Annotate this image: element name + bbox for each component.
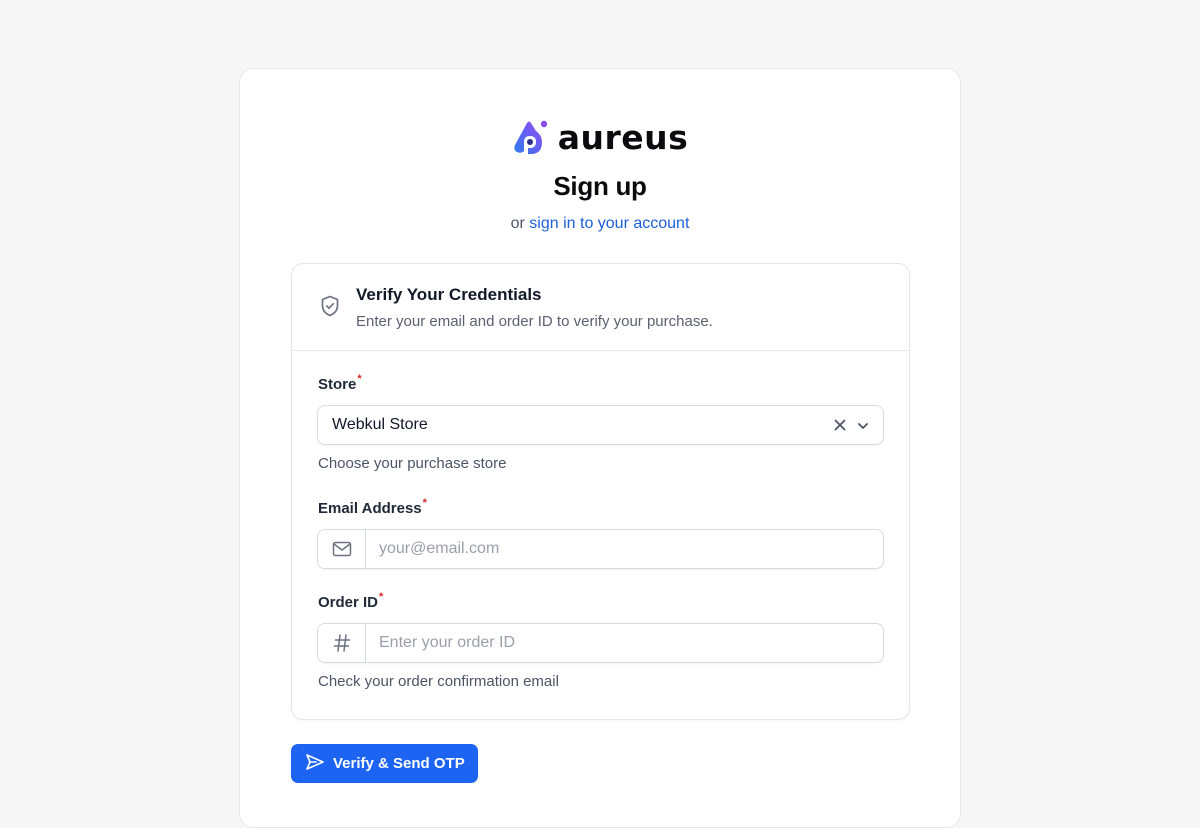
signin-prompt: or sign in to your account	[240, 215, 960, 233]
panel-description: Enter your email and order ID to verify …	[356, 313, 713, 330]
required-mark: *	[357, 373, 362, 385]
required-mark: *	[379, 591, 384, 603]
signin-link[interactable]: sign in to your account	[529, 215, 689, 232]
chevron-down-icon[interactable]	[856, 419, 870, 438]
email-label-text: Email Address	[318, 500, 422, 517]
hash-icon	[318, 624, 366, 662]
shield-check-icon	[318, 294, 342, 323]
signup-card: aureus Sign up or sign in to your accoun…	[239, 68, 961, 828]
order-id-field[interactable]	[366, 624, 883, 662]
panel-title: Verify Your Credentials	[356, 285, 542, 304]
store-select[interactable]: Webkul Store	[317, 405, 884, 445]
aureus-logo-icon	[514, 120, 547, 154]
verify-send-otp-button[interactable]: Verify & Send OTP	[291, 744, 478, 783]
brand-name: aureus	[557, 118, 689, 157]
clear-icon[interactable]	[833, 418, 847, 437]
panel-header: Verify Your Credentials Enter your email…	[292, 264, 909, 351]
send-icon	[305, 753, 325, 775]
order-id-hint: Check your order confirmation email	[318, 673, 559, 690]
verify-send-otp-label: Verify & Send OTP	[333, 755, 465, 772]
order-id-label: Order ID*	[318, 591, 384, 611]
email-label: Email Address*	[318, 497, 427, 517]
signin-prefix: or	[510, 215, 525, 232]
store-hint: Choose your purchase store	[318, 455, 507, 472]
store-label-text: Store	[318, 376, 357, 393]
store-label: Store*	[318, 373, 362, 393]
verify-credentials-panel: Verify Your Credentials Enter your email…	[291, 263, 910, 720]
mail-icon	[318, 530, 366, 568]
email-field[interactable]	[366, 530, 883, 568]
email-field-group	[317, 529, 884, 569]
order-id-label-text: Order ID	[318, 594, 379, 611]
required-mark: *	[422, 497, 427, 509]
order-id-field-group	[317, 623, 884, 663]
brand-logo: aureus	[240, 119, 960, 157]
page-title: Sign up	[553, 171, 647, 201]
store-select-value: Webkul Store	[332, 416, 428, 433]
